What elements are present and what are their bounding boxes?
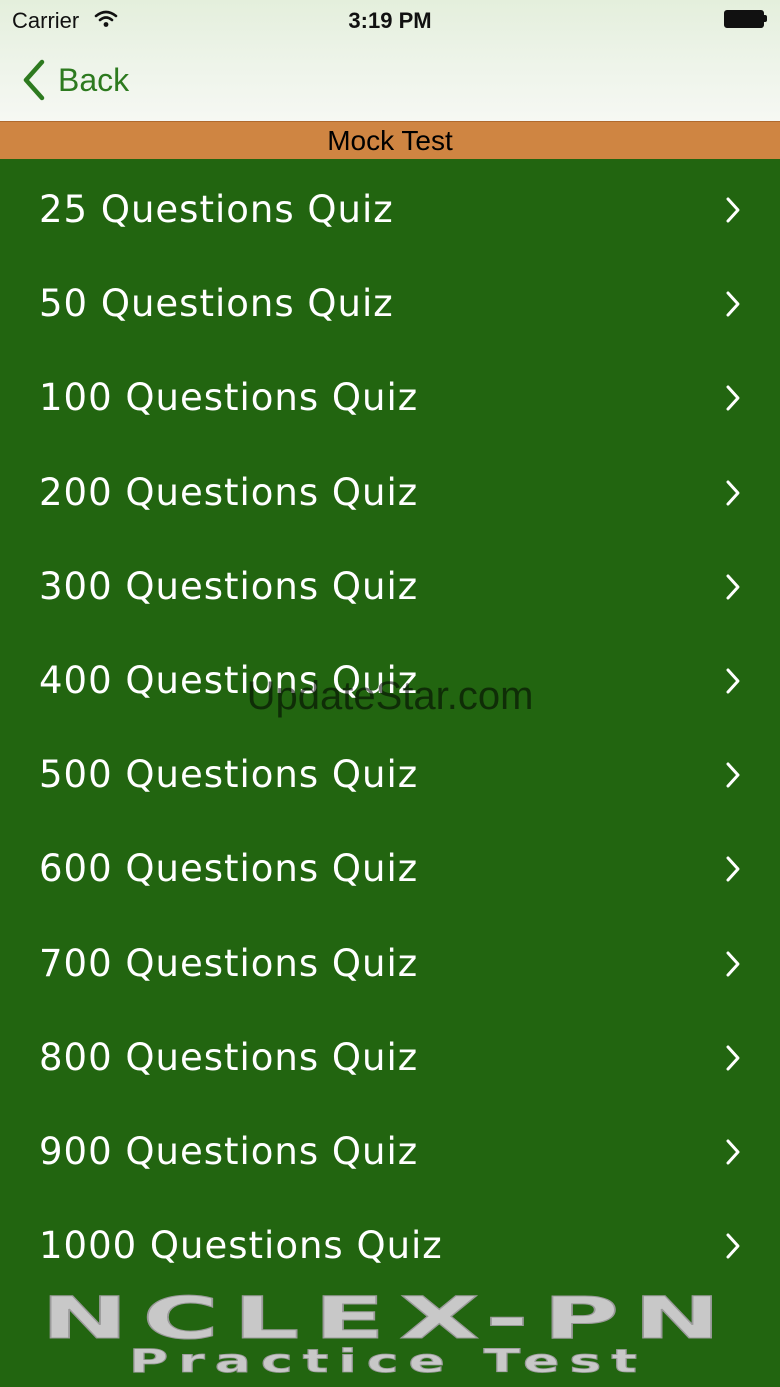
chevron-right-icon bbox=[726, 856, 740, 882]
quiz-row-label: 600 Questions Quiz bbox=[39, 847, 419, 891]
logo-line-2: Practice Test bbox=[129, 1342, 647, 1380]
quiz-row-label: 50 Questions Quiz bbox=[39, 282, 394, 326]
clock-label: 3:19 PM bbox=[348, 8, 432, 33]
chevron-right-icon bbox=[726, 574, 740, 600]
nclex-pn-logo: NCLEX-PN Practice Test bbox=[41, 1290, 728, 1380]
quiz-row[interactable]: 700 Questions Quiz bbox=[0, 912, 780, 1006]
chevron-right-icon bbox=[726, 1233, 740, 1259]
status-bar: Carrier 3:19 PM bbox=[0, 0, 780, 40]
quiz-row[interactable]: 900 Questions Quiz bbox=[0, 1100, 780, 1194]
quiz-row-label: 800 Questions Quiz bbox=[39, 1035, 419, 1079]
quiz-row-label: 1000 Questions Quiz bbox=[39, 1224, 443, 1268]
chevron-right-icon bbox=[726, 197, 740, 223]
quiz-row-label: 400 Questions Quiz bbox=[39, 658, 419, 702]
chevron-right-icon bbox=[726, 1139, 740, 1165]
quiz-row[interactable]: 500 Questions Quiz bbox=[0, 723, 780, 817]
quiz-row-label: 100 Questions Quiz bbox=[39, 376, 419, 420]
quiz-row[interactable]: 25 Questions Quiz bbox=[0, 158, 780, 252]
quiz-row-label: 500 Questions Quiz bbox=[39, 753, 419, 797]
page-title: Mock Test bbox=[0, 121, 780, 159]
battery-icon bbox=[724, 10, 768, 28]
quiz-row[interactable]: 1000 Questions Quiz bbox=[0, 1194, 780, 1288]
back-button[interactable]: Back bbox=[20, 58, 129, 102]
quiz-row-label: 900 Questions Quiz bbox=[39, 1129, 419, 1173]
chevron-right-icon bbox=[726, 385, 740, 411]
chevron-right-icon bbox=[726, 762, 740, 788]
quiz-row[interactable]: 600 Questions Quiz bbox=[0, 817, 780, 911]
navigation-header: Carrier 3:19 PM Back bbox=[0, 0, 780, 121]
quiz-row-label: 25 Questions Quiz bbox=[39, 188, 394, 231]
chevron-right-icon bbox=[726, 951, 740, 976]
quiz-row[interactable]: 400 Questions Quiz bbox=[0, 629, 780, 723]
quiz-row[interactable]: 200 Questions Quiz bbox=[0, 441, 780, 535]
chevron-right-icon bbox=[726, 1045, 740, 1071]
chevron-right-icon bbox=[726, 668, 740, 694]
quiz-row[interactable]: 300 Questions Quiz bbox=[0, 535, 780, 629]
chevron-left-icon bbox=[23, 59, 45, 101]
chevron-right-icon bbox=[726, 291, 740, 317]
quiz-row[interactable]: 50 Questions Quiz bbox=[0, 252, 780, 346]
quiz-row-label: 300 Questions Quiz bbox=[39, 564, 419, 608]
quiz-row-label: 200 Questions Quiz bbox=[39, 470, 419, 514]
quiz-row[interactable]: 100 Questions Quiz bbox=[0, 346, 780, 440]
quiz-list: 25 Questions Quiz 50 Questions Quiz 100 Qu… bbox=[0, 158, 780, 1288]
quiz-row-label: 700 Questions Quiz bbox=[39, 941, 419, 985]
chevron-right-icon bbox=[726, 480, 740, 506]
quiz-row[interactable]: 800 Questions Quiz bbox=[0, 1006, 780, 1100]
back-button-label: Back bbox=[58, 61, 130, 98]
